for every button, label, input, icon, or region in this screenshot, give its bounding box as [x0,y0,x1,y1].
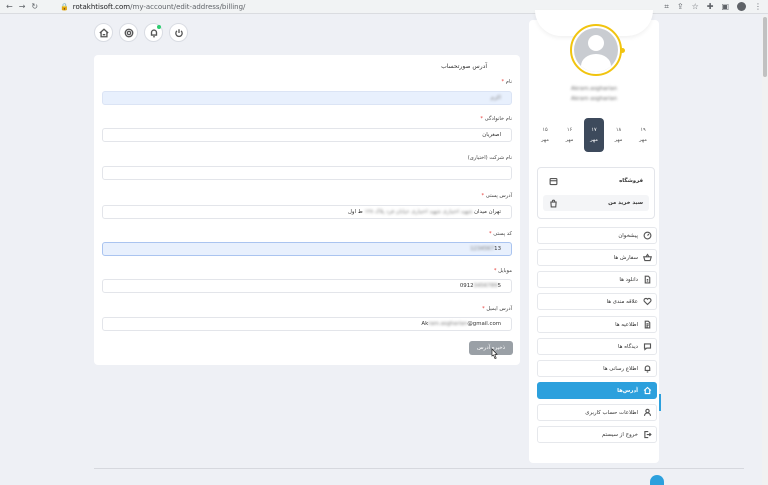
scroll-top-button[interactable] [650,475,664,485]
company-input[interactable] [102,166,512,180]
menu-label: پیشخوان [618,232,638,239]
mobile-input[interactable]: 0912 3456789 5 [102,279,512,293]
email-input[interactable]: Ak ram.asgharian @gmail.com [102,317,512,331]
url-domain: rotakhtisoft.com [72,3,131,11]
menu-logout[interactable]: خروج از سیستم [537,426,657,443]
browser-nav: ← → ↻ [0,2,38,11]
scrollbar-thumb[interactable] [763,17,767,77]
gauge-icon [643,231,652,240]
document-icon [644,320,651,329]
footer-divider [94,468,744,469]
status-dot [620,48,625,53]
date-strip: ۱۹ مهر ۱۸ مهر ۱۷ مهر ۱۶ مهر ۱۵ مهر [535,118,653,152]
sidebar-icon[interactable]: ▣ [721,2,729,12]
menu-label: خروج از سیستم [601,431,638,438]
profile-fullname: Akram asgharian [571,96,617,102]
menu-announcements[interactable]: اطلاعیه ها [537,316,657,333]
shop-box: فروشگاه سبد خرید من [537,167,655,219]
basket-icon [643,253,652,262]
menu-account-details[interactable]: اطلاعات حساب کاربری [537,404,657,421]
store-home-button[interactable] [94,23,113,42]
mobile-label: موبایل * [493,268,512,274]
bell-icon [644,365,651,373]
first-name-input[interactable]: اکرم [102,91,512,105]
menu-icon[interactable]: ⋮ [754,2,762,12]
lock-icon: 🔒 [60,3,69,11]
avatar [570,24,622,76]
menu-dashboard[interactable]: پیشخوان [537,227,657,244]
profile-icon[interactable] [737,2,746,11]
menu-label: علاقه مندی ها [606,298,638,305]
menu-label: سفارش ها [613,254,638,261]
file-icon [644,275,651,284]
menu-orders[interactable]: سفارش ها [537,249,657,266]
reload-icon[interactable]: ↻ [31,2,38,11]
menu-notifications[interactable]: اطلاع رسانی ها [537,360,657,377]
account-sidebar: Akram.asgharian Akram asgharian ۱۹ مهر ۱۸… [529,10,659,463]
date-item[interactable]: ۱۸ مهر [609,118,629,152]
home-icon [643,386,652,395]
heart-icon [643,297,652,306]
extensions-icon[interactable]: ✚ [707,2,714,12]
back-icon[interactable]: ← [6,2,13,11]
menu-label: آدرس‌ها [617,387,638,394]
notification-dot [157,25,161,29]
share-icon[interactable]: ⇪ [677,2,684,12]
url-path: /my-account/edit-address/billing/ [130,3,246,11]
form-title: آدرس صورتحساب [441,63,487,70]
postcode-input[interactable]: 1234567 13 [102,242,512,256]
date-item[interactable]: ۱۵ مهر [535,118,555,152]
browser-actions: ⌗ ⇪ ☆ ✚ ▣ ⋮ [664,2,762,12]
star-icon[interactable]: ☆ [692,2,699,12]
email-label: آدرس ایمیل * [482,306,512,312]
menu-comments[interactable]: دیدگاه ها [537,338,657,355]
store-label: فروشگاه [619,178,643,184]
billing-address-card: آدرس صورتحساب نام * اکرم نام خانوادگی * … [94,55,520,365]
store-icon [549,177,558,185]
menu-downloads[interactable]: دانلود ها [537,271,657,288]
last-name-label: نام خانوادگی * [480,116,512,122]
shopping-bag-icon [550,199,557,207]
date-item-active[interactable]: ۱۷ مهر [584,118,604,152]
store-link[interactable]: فروشگاه [543,173,649,189]
company-label: نام شرکت (اختیاری) [467,155,512,161]
profile-username: Akram.asgharian [571,86,617,92]
menu-label: دیدگاه ها [618,343,638,350]
address-label: آدرس پستی * [481,193,512,199]
cart-label: سبد خرید من [608,200,643,206]
store-icon [98,27,109,37]
notifications-button[interactable] [144,23,163,42]
bell-icon [150,28,157,37]
translate-icon[interactable]: ⌗ [664,2,669,12]
date-item[interactable]: ۱۹ مهر [633,118,653,152]
page: آدرس صورتحساب نام * اکرم نام خانوادگی * … [0,10,768,485]
first-name-label: نام * [501,79,513,85]
chat-icon [643,343,652,351]
menu-wishlist[interactable]: علاقه مندی ها [537,293,657,310]
menu-label: اطلاع رسانی ها [603,365,638,372]
gear-icon [124,28,133,37]
menu-label: اطلاعات حساب کاربری [585,409,638,416]
menu-label: اطلاعیه ها [615,321,638,328]
power-icon [174,28,183,37]
date-item[interactable]: ۱۶ مهر [560,118,580,152]
address-input[interactable]: تهران میدان شهید اختیاری شهید اختیاری خی… [102,205,512,219]
cart-link[interactable]: سبد خرید من [543,195,649,211]
last-name-input[interactable]: اصغریان [102,128,512,142]
postcode-label: کد پستی * [488,231,512,237]
settings-button[interactable] [119,23,138,42]
mouse-cursor-icon [491,348,498,359]
forward-icon[interactable]: → [19,2,26,11]
user-icon [643,408,652,416]
logout-icon [644,430,652,439]
top-icon-bar [94,23,188,42]
menu-addresses[interactable]: آدرس‌ها [537,382,657,399]
page-scrollbar[interactable] [762,15,768,485]
menu-label: دانلود ها [619,276,638,283]
user-avatar-icon [574,28,618,72]
logout-button[interactable] [169,23,188,42]
active-indicator [659,394,661,411]
